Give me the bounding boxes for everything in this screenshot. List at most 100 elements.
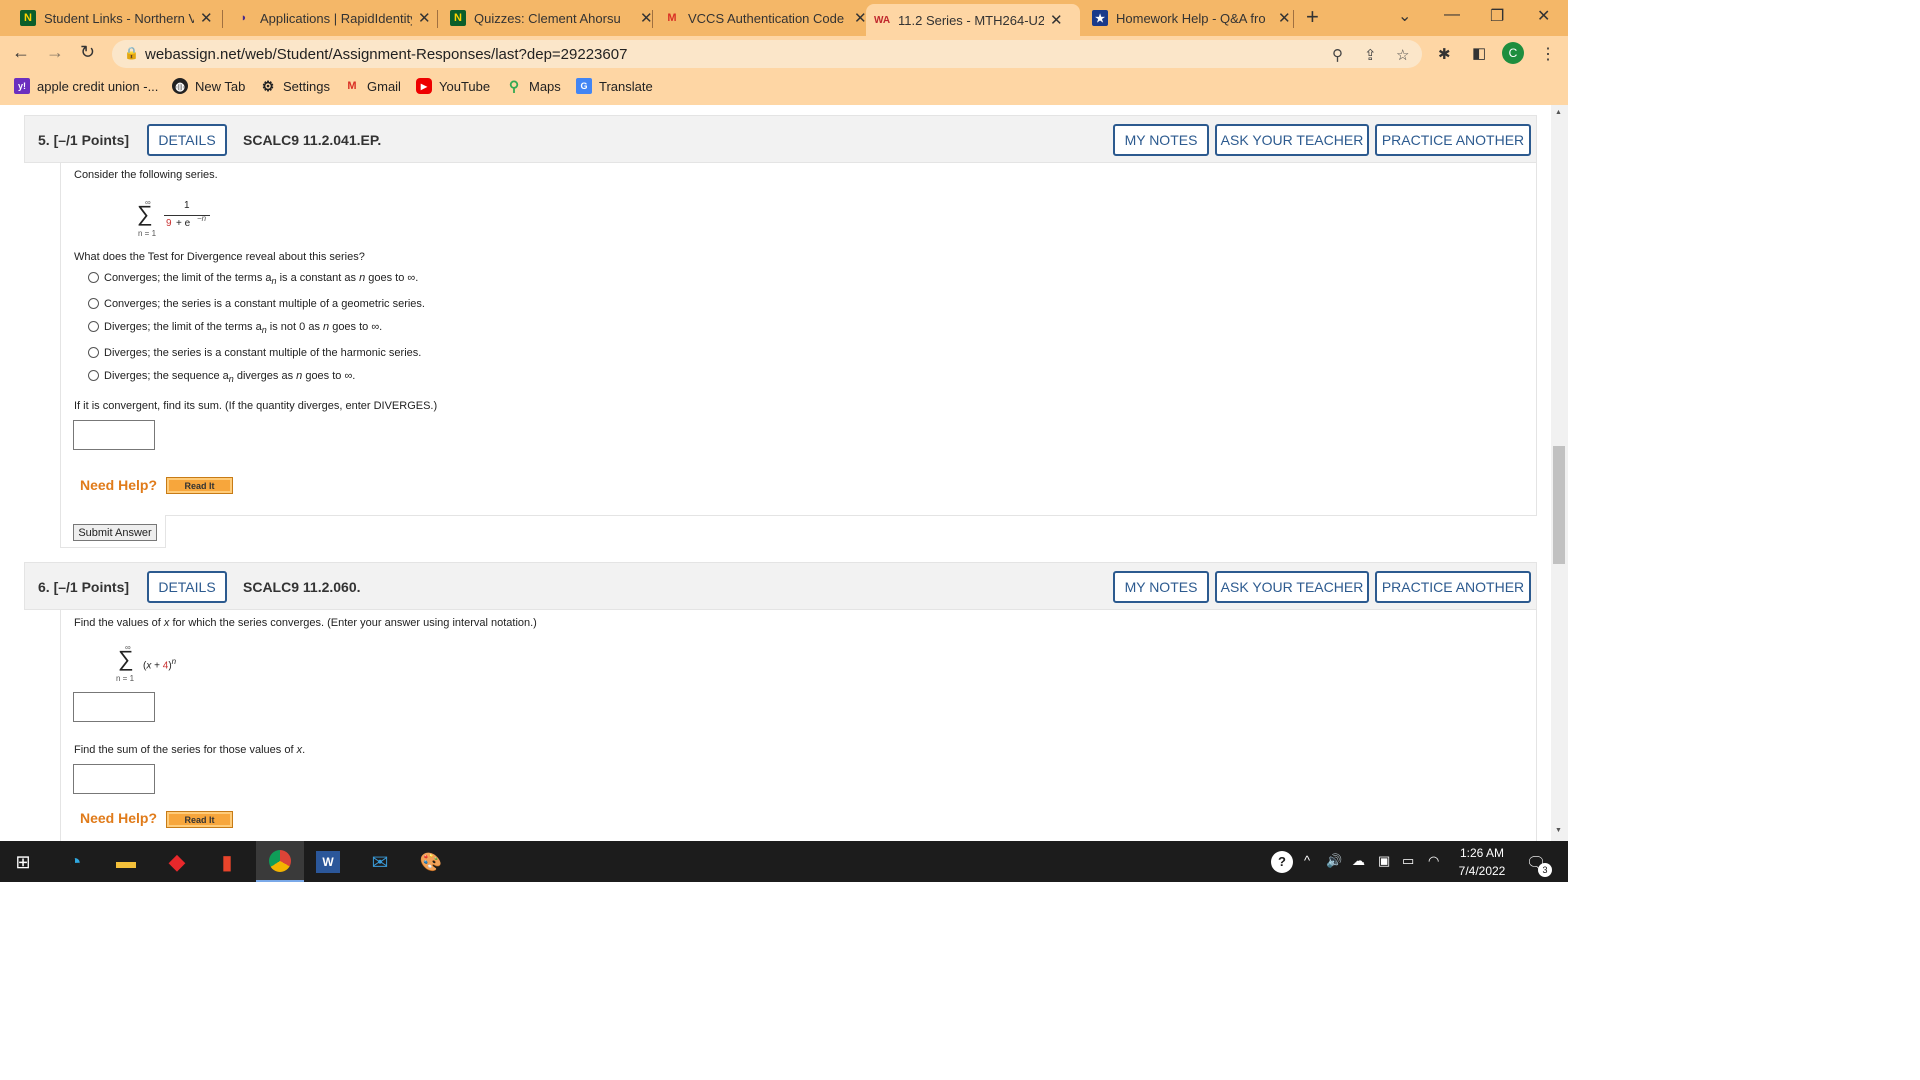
scroll-up-icon[interactable]: ▲ [1555, 109, 1562, 116]
share-icon[interactable]: ⇪ [1364, 46, 1377, 64]
nova-icon: N [450, 10, 466, 26]
sum-lower-limit: n = 1 [138, 229, 157, 238]
tab-homework-help[interactable]: ★ Homework Help - Q&A fro ✕ [1084, 4, 1299, 32]
bookmark-label: Gmail [367, 78, 401, 94]
need-help-label: Need Help? [80, 810, 158, 826]
bookmark-apple-credit-union[interactable]: y! apple credit union -... [14, 78, 158, 94]
date-text: 7/4/2022 [1458, 864, 1506, 878]
option-radio[interactable] [88, 347, 99, 358]
globe-icon: ◍ [172, 78, 188, 94]
close-window-icon[interactable]: ✕ [1537, 6, 1550, 26]
close-icon[interactable]: ✕ [1050, 11, 1063, 29]
scroll-down-icon[interactable]: ▼ [1555, 827, 1562, 834]
display-icon[interactable]: ▣ [1378, 853, 1390, 869]
file-explorer-icon[interactable]: ▬ [113, 849, 139, 875]
ask-teacher-button[interactable]: ASK YOUR TEACHER [1215, 571, 1369, 603]
address-bar[interactable]: 🔒 webassign.net/web/Student/Assignment-R… [112, 40, 1422, 68]
read-it-button[interactable]: Read It [166, 477, 233, 494]
sidepanel-icon[interactable]: ◧ [1472, 44, 1486, 62]
bookmark-new-tab[interactable]: ◍ New Tab [172, 78, 245, 94]
denominator-exp-base: + e [176, 218, 191, 229]
sum-answer-input[interactable] [73, 420, 155, 450]
option-radio[interactable] [88, 321, 99, 332]
bookmark-translate[interactable]: G Translate [576, 78, 653, 94]
option-radio[interactable] [88, 298, 99, 309]
bookmark-maps[interactable]: ⚲ Maps [506, 78, 561, 94]
practice-another-button[interactable]: PRACTICE ANOTHER [1375, 124, 1531, 156]
tab-rapididentity[interactable]: ◗ Applications | RapidIdentity ✕ [228, 4, 439, 32]
tab-search-icon[interactable]: ⌄ [1398, 6, 1411, 26]
bookmark-youtube[interactable]: ▶ YouTube [416, 78, 490, 94]
word-icon[interactable]: W [316, 851, 340, 873]
nova-icon: N [20, 10, 36, 26]
back-icon[interactable]: ← [12, 42, 30, 63]
gmail-icon: M [347, 80, 357, 92]
close-icon[interactable]: ✕ [200, 9, 213, 27]
minimize-icon[interactable]: — [1444, 6, 1460, 24]
restore-icon[interactable]: ❐ [1490, 6, 1504, 26]
extensions-icon[interactable]: ✱ [1438, 45, 1451, 63]
question-code: SCALC9 11.2.060. [243, 579, 361, 595]
submit-answer-button[interactable]: Submit Answer [73, 524, 157, 541]
option-label[interactable]: Converges; the limit of the terms an is … [104, 272, 418, 286]
tab-vccs[interactable]: M VCCS Authentication Code ✕ [656, 4, 875, 32]
my-notes-button[interactable]: MY NOTES [1113, 124, 1209, 156]
sum-answer-input[interactable] [73, 764, 155, 794]
bookmark-star-icon[interactable]: ☆ [1396, 46, 1409, 64]
reload-icon[interactable]: ↻ [80, 42, 95, 63]
question-6-header: 6. [–/1 Points] DETAILS SCALC9 11.2.060.… [24, 562, 1537, 610]
battery-icon[interactable]: ▭ [1402, 853, 1414, 869]
zoom-icon[interactable]: ⚲ [1332, 46, 1343, 64]
translate-icon: G [576, 78, 592, 94]
option-label[interactable]: Diverges; the sequence an diverges as n … [104, 370, 355, 384]
option-radio[interactable] [88, 370, 99, 381]
close-icon[interactable]: ✕ [854, 9, 867, 27]
option-label[interactable]: Diverges; the limit of the terms an is n… [104, 321, 382, 335]
option-label[interactable]: Diverges; the series is a constant multi… [104, 347, 421, 359]
ask-teacher-button[interactable]: ASK YOUR TEACHER [1215, 124, 1369, 156]
tab-student-links[interactable]: N Student Links - Northern Vi ✕ [12, 4, 221, 32]
chrome-taskbar-icon[interactable] [256, 841, 304, 882]
option-radio[interactable] [88, 272, 99, 283]
profile-avatar[interactable]: C [1502, 42, 1524, 64]
menu-icon[interactable]: ⋮ [1540, 44, 1556, 64]
option-label[interactable]: Converges; the series is a constant mult… [104, 298, 425, 310]
webassign-page: 5. [–/1 Points] DETAILS SCALC9 11.2.041.… [0, 105, 1551, 841]
cloud-offline-icon[interactable]: ☁ [1352, 853, 1365, 869]
tab-separator [1293, 10, 1294, 28]
edge-icon[interactable]: ◔ [62, 849, 88, 875]
need-help-label: Need Help? [80, 477, 158, 493]
tab-quizzes[interactable]: N Quizzes: Clement Ahorsu ✕ [442, 4, 661, 32]
read-it-button[interactable]: Read It [166, 811, 233, 828]
interval-answer-input[interactable] [73, 692, 155, 722]
webassign-icon: WA [873, 14, 891, 26]
details-button[interactable]: DETAILS [147, 571, 227, 603]
close-icon[interactable]: ✕ [640, 9, 653, 27]
bookmark-label: Maps [529, 78, 561, 94]
details-button[interactable]: DETAILS [147, 124, 227, 156]
windows-start-icon[interactable]: ⊞ [10, 849, 36, 875]
sigma-symbol: ∑ [137, 201, 153, 226]
system-clock[interactable]: 1:26 AM 7/4/2022 [1452, 844, 1512, 880]
paint-icon[interactable]: 🎨 [418, 849, 444, 875]
mail-icon[interactable]: ✉ [367, 849, 393, 875]
question-6-body: Find the values of x for which the serie… [60, 610, 1537, 841]
question-code: SCALC9 11.2.041.EP. [243, 132, 382, 148]
close-icon[interactable]: ✕ [1278, 9, 1291, 27]
forward-icon[interactable]: → [46, 42, 64, 63]
bookmark-settings[interactable]: ⚙ Settings [260, 78, 330, 94]
scrollbar-thumb[interactable] [1553, 446, 1565, 564]
chevron-up-icon[interactable]: ^ [1304, 853, 1310, 868]
help-icon[interactable]: ? [1271, 851, 1293, 873]
wifi-icon[interactable]: ◠ [1428, 853, 1439, 869]
bookmark-gmail[interactable]: M Gmail [344, 78, 401, 94]
sigma-symbol: ∑ [118, 646, 134, 671]
practice-another-button[interactable]: PRACTICE ANOTHER [1375, 571, 1531, 603]
my-notes-button[interactable]: MY NOTES [1113, 571, 1209, 603]
volume-icon[interactable]: 🔊 [1326, 853, 1342, 869]
diamond-app-icon[interactable]: ◆ [164, 849, 190, 875]
new-tab-button[interactable]: + [1306, 4, 1319, 30]
office-icon[interactable]: ▮ [214, 849, 240, 875]
tab-webassign-active[interactable]: WA 11.2 Series - MTH264-U22, ✕ [866, 4, 1080, 36]
close-icon[interactable]: ✕ [418, 9, 431, 27]
